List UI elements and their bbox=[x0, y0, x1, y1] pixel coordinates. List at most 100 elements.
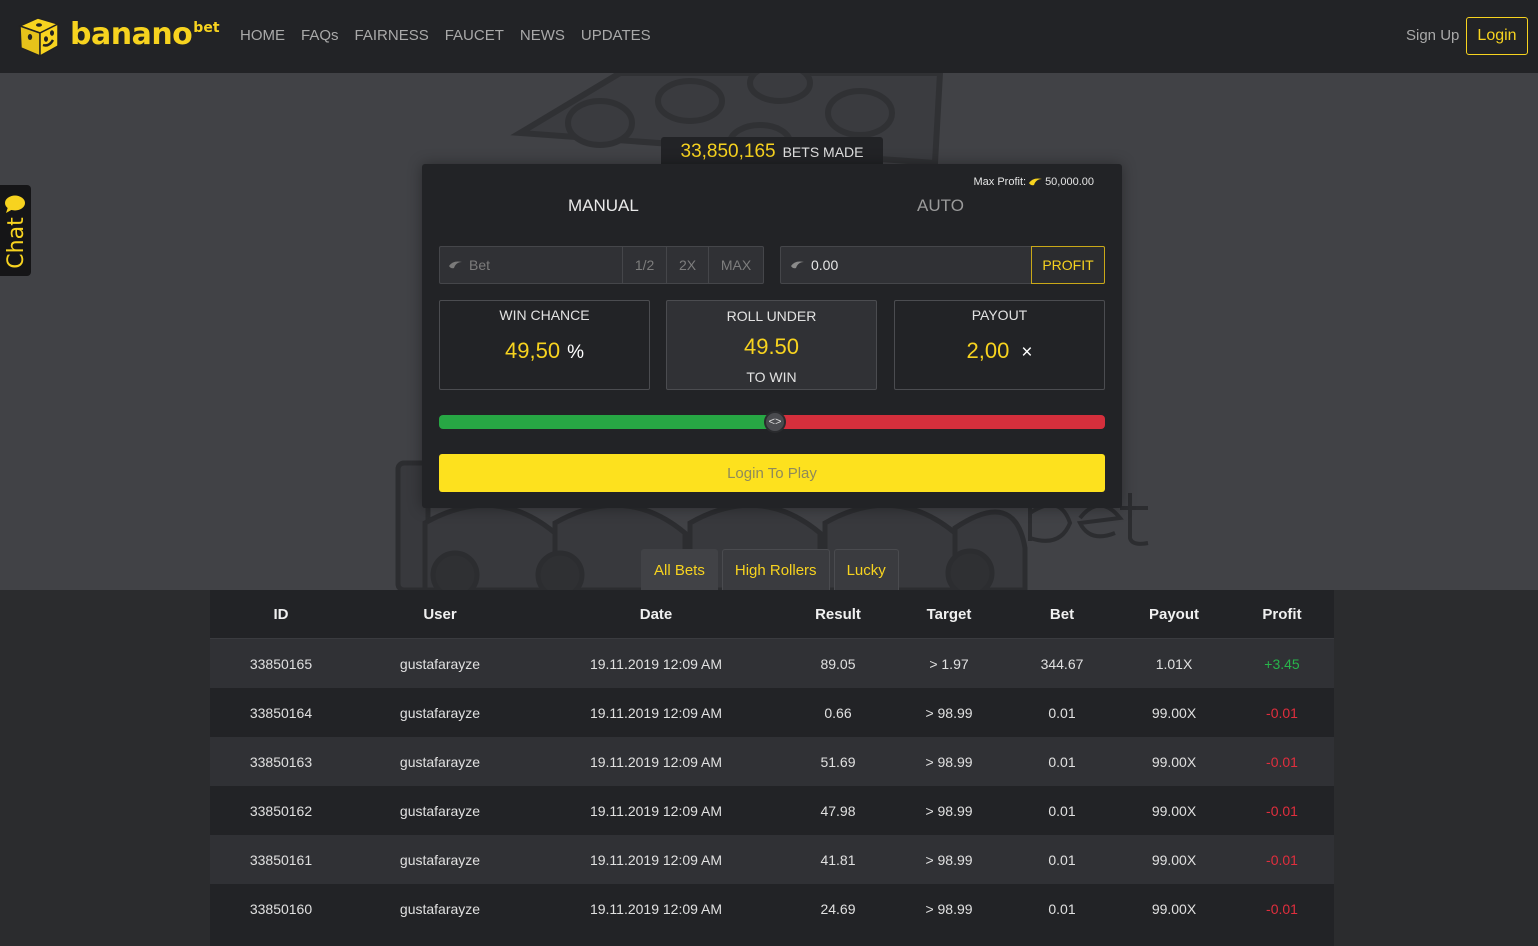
profit-button[interactable]: PROFIT bbox=[1031, 246, 1105, 284]
roll-under-box[interactable]: ROLL UNDER 49.50 TO WIN bbox=[666, 300, 877, 390]
header-result[interactable]: Result bbox=[784, 606, 892, 623]
header-date[interactable]: Date bbox=[528, 606, 784, 623]
cell-payout: 99.00X bbox=[1151, 851, 1197, 868]
cell-bet: 0.01 bbox=[1048, 704, 1076, 721]
cell-payout: 1.01X bbox=[1155, 655, 1193, 672]
cell-id: 33850165 bbox=[249, 655, 313, 672]
win-chance-title: WIN CHANCE bbox=[499, 307, 590, 323]
cell-date: 19.11.2019 12:09 AM bbox=[589, 802, 723, 819]
bet-input-wrapper bbox=[440, 247, 623, 283]
banano-coin-icon bbox=[1029, 178, 1043, 186]
profit-group: PROFIT bbox=[780, 246, 1105, 284]
win-chance-value: 49,50 bbox=[505, 338, 561, 363]
payout-value-row: 2,00 × bbox=[895, 338, 1104, 366]
header-profit[interactable]: Profit bbox=[1230, 606, 1334, 623]
dice-logo-icon bbox=[17, 17, 61, 58]
cell-profit: -0.01 bbox=[1266, 900, 1298, 917]
hero-section: 33,850,165 BETS MADE Max Profit: 50,000.… bbox=[0, 73, 1538, 590]
cell-target: > 98.99 bbox=[925, 900, 973, 917]
cell-target: > 98.99 bbox=[925, 753, 973, 770]
tab-manual[interactable]: MANUAL bbox=[568, 196, 639, 216]
cell-user[interactable]: gustafarayze bbox=[352, 852, 528, 868]
chat-label: Chat bbox=[4, 217, 29, 269]
table-row[interactable]: 33850160 gustafarayze 19.11.2019 12:09 AM 2… bbox=[210, 884, 1334, 933]
nav-news[interactable]: NEWS bbox=[520, 26, 565, 46]
multiply-icon: × bbox=[1021, 342, 1033, 363]
login-button[interactable]: Login bbox=[1466, 17, 1528, 55]
max-profit: Max Profit: 50,000.00 bbox=[973, 176, 1094, 188]
tab-auto[interactable]: AUTO bbox=[917, 196, 964, 216]
payout-title: PAYOUT bbox=[971, 307, 1028, 323]
payout-box[interactable]: PAYOUT 2,00 × bbox=[894, 300, 1105, 390]
bet-amount-group: 1/2 2X MAX bbox=[439, 246, 764, 284]
cell-result: 89.05 bbox=[820, 655, 856, 672]
cell-id: 33850161 bbox=[249, 851, 313, 868]
tab-lucky[interactable]: Lucky bbox=[833, 549, 899, 590]
profit-input[interactable] bbox=[811, 257, 931, 273]
cell-profit: -0.01 bbox=[1266, 851, 1298, 868]
nav-fairness[interactable]: FAIRNESS bbox=[355, 26, 429, 46]
cell-bet: 0.01 bbox=[1048, 900, 1076, 917]
table-row[interactable]: 33850163 gustafarayze 19.11.2019 12:09 AM 5… bbox=[210, 737, 1334, 786]
slider-lose-zone bbox=[775, 415, 1105, 429]
max-profit-label: Max Profit: bbox=[973, 176, 1027, 188]
cell-result: 24.69 bbox=[820, 900, 856, 917]
roll-under-title: ROLL UNDER bbox=[726, 308, 817, 324]
tab-all-bets[interactable]: All Bets bbox=[641, 549, 718, 590]
max-bet-button[interactable]: MAX bbox=[709, 247, 763, 283]
brand-logo[interactable]: banano bet bbox=[14, 12, 220, 60]
login-to-play-button[interactable]: Login To Play bbox=[439, 454, 1105, 492]
cell-user[interactable]: gustafarayze bbox=[352, 656, 528, 672]
header-target[interactable]: Target bbox=[892, 606, 1006, 623]
double-bet-button[interactable]: 2X bbox=[667, 247, 709, 283]
cell-user[interactable]: gustafarayze bbox=[352, 754, 528, 770]
slider-handle[interactable]: <> bbox=[764, 411, 786, 433]
nav-faqs[interactable]: FAQs bbox=[301, 26, 339, 46]
cell-target: > 98.99 bbox=[925, 704, 973, 721]
table-row[interactable]: 33850161 gustafarayze 19.11.2019 12:09 AM 4… bbox=[210, 835, 1334, 884]
header-id[interactable]: ID bbox=[210, 606, 352, 623]
sign-up-link[interactable]: Sign Up bbox=[1406, 26, 1459, 46]
max-profit-value: 50,000.00 bbox=[1045, 176, 1094, 188]
brand-name: banano bbox=[70, 17, 193, 52]
half-bet-button[interactable]: 1/2 bbox=[623, 247, 668, 283]
nav-faucet[interactable]: FAUCET bbox=[445, 26, 504, 46]
nav-home[interactable]: HOME bbox=[240, 26, 285, 46]
cell-target: > 98.99 bbox=[925, 851, 973, 868]
cell-user[interactable]: gustafarayze bbox=[352, 901, 528, 917]
payout-value: 2,00 bbox=[966, 338, 1010, 363]
chat-toggle[interactable]: Chat bbox=[0, 185, 31, 276]
cell-bet: 0.01 bbox=[1048, 851, 1076, 868]
table-row[interactable]: 33850162 gustafarayze 19.11.2019 12:09 AM 4… bbox=[210, 786, 1334, 835]
bet-list-tabs: All Bets High Rollers Lucky bbox=[641, 549, 899, 590]
cell-date: 19.11.2019 12:09 AM bbox=[589, 900, 723, 917]
header-bet[interactable]: Bet bbox=[1006, 606, 1118, 623]
roll-under-subtitle: TO WIN bbox=[746, 369, 797, 385]
cell-payout: 99.00X bbox=[1151, 704, 1197, 721]
cell-payout: 99.00X bbox=[1151, 900, 1197, 917]
tab-high-rollers[interactable]: High Rollers bbox=[721, 549, 830, 590]
cell-bet: 344.67 bbox=[1040, 655, 1084, 672]
banano-coin-icon bbox=[449, 261, 462, 269]
header-payout[interactable]: Payout bbox=[1118, 606, 1230, 623]
cell-user[interactable]: gustafarayze bbox=[352, 803, 528, 819]
cell-id: 33850164 bbox=[249, 704, 313, 721]
cell-user[interactable]: gustafarayze bbox=[352, 705, 528, 721]
cell-result: 0.66 bbox=[824, 704, 852, 721]
cell-profit: +3.45 bbox=[1264, 655, 1300, 672]
win-chance-value-row: 49,50% bbox=[440, 338, 649, 366]
nav-updates[interactable]: UPDATES bbox=[581, 26, 651, 46]
cell-bet: 0.01 bbox=[1048, 753, 1076, 770]
cell-id: 33850162 bbox=[249, 802, 313, 819]
cell-result: 41.81 bbox=[820, 851, 856, 868]
cell-date: 19.11.2019 12:09 AM bbox=[589, 753, 723, 770]
win-chance-box[interactable]: WIN CHANCE 49,50% bbox=[439, 300, 650, 390]
roll-slider[interactable]: <> bbox=[439, 411, 1105, 433]
dice-game-panel: Max Profit: 50,000.00 MANUAL AUTO 1/2 2X… bbox=[422, 164, 1122, 508]
bet-amount-input[interactable] bbox=[469, 257, 589, 273]
cell-date: 19.11.2019 12:09 AM bbox=[589, 704, 723, 721]
table-row[interactable]: 33850164 gustafarayze 19.11.2019 12:09 AM 0… bbox=[210, 688, 1334, 737]
cell-id: 33850160 bbox=[249, 900, 313, 917]
header-user[interactable]: User bbox=[352, 606, 528, 623]
table-row[interactable]: 33850165 gustafarayze 19.11.2019 12:09 AM 8… bbox=[210, 639, 1334, 688]
